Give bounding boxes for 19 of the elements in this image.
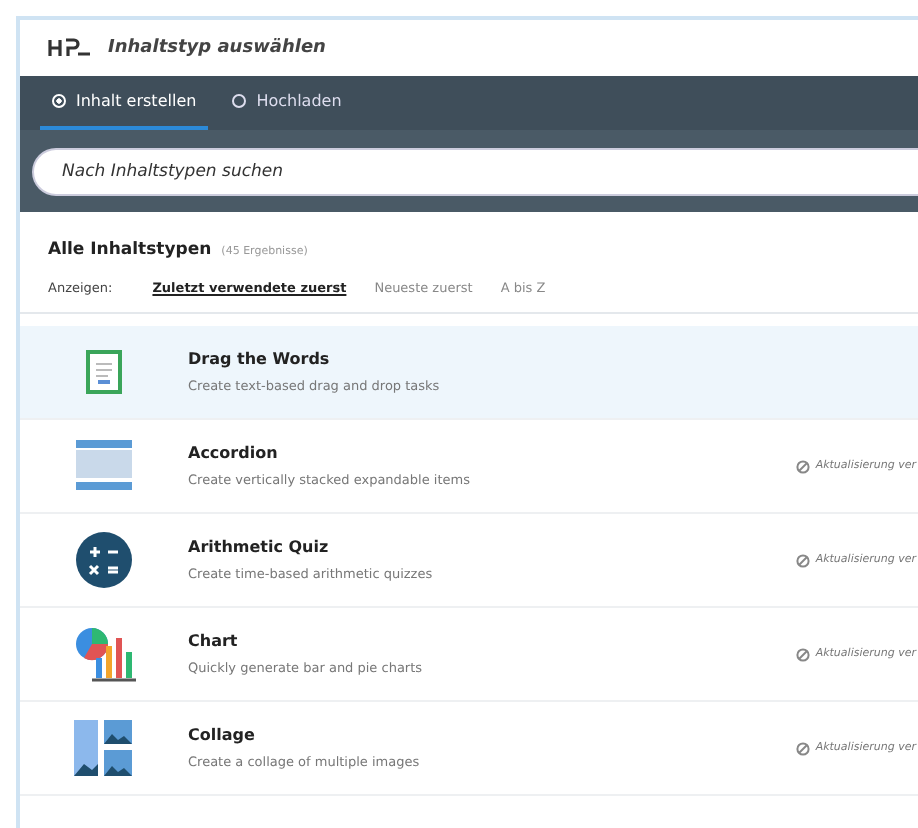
chart-icon bbox=[72, 626, 136, 682]
logo-icon bbox=[48, 38, 92, 58]
update-icon bbox=[795, 741, 810, 755]
calculator-icon bbox=[76, 532, 132, 588]
content-type-title: Chart bbox=[188, 632, 238, 650]
content-type-title: Collage bbox=[188, 726, 255, 744]
document-icon bbox=[86, 350, 122, 394]
content-type-title: Accordion bbox=[188, 444, 278, 462]
window-title: Inhaltstyp auswählen bbox=[108, 38, 326, 58]
tab[interactable]: Hochladen bbox=[220, 76, 354, 130]
list-title: Alle Inhaltstypen bbox=[48, 240, 212, 260]
accordion-icon bbox=[76, 440, 132, 492]
content-type-title: Arithmetic Quiz bbox=[188, 538, 329, 556]
content-type-title: Drag the Words bbox=[188, 350, 330, 368]
update-icon bbox=[795, 459, 810, 473]
update-icon bbox=[795, 647, 810, 661]
update-icon bbox=[795, 553, 810, 567]
search-field[interactable]: Nach Inhaltstypen suchen bbox=[32, 148, 918, 196]
collage-icon bbox=[74, 720, 134, 776]
